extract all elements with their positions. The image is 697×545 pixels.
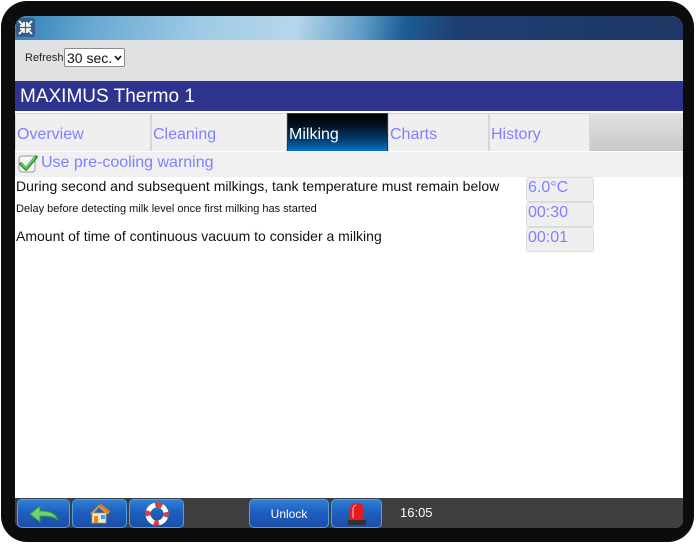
bottom-toolbar: Unlock 16:05 xyxy=(15,498,683,528)
collapse-button[interactable] xyxy=(16,18,35,37)
tab-label: Overview xyxy=(17,126,84,143)
tab-cleaning[interactable]: Cleaning xyxy=(151,113,287,151)
refresh-bar: Refresh 30 sec. xyxy=(15,40,683,81)
back-button[interactable] xyxy=(17,499,70,528)
tab-label: Charts xyxy=(390,126,438,143)
screen: Refresh 30 sec. MAXIMUS Thermo 1 Overvie… xyxy=(15,16,683,528)
tab-charts[interactable]: Charts xyxy=(388,113,489,151)
unlock-label: Unlock xyxy=(270,506,308,521)
tab-milking[interactable]: Milking xyxy=(287,113,388,151)
setting-row: Amount of time of continuous vacuum to c… xyxy=(15,227,683,253)
home-icon xyxy=(89,503,110,523)
back-arrow-icon xyxy=(28,504,59,523)
top-banner xyxy=(15,16,683,40)
tab-bar-filler xyxy=(590,113,683,151)
collapse-arrows-icon xyxy=(18,20,33,35)
chevron-down-icon xyxy=(114,54,122,61)
setting-value: 6.0°C xyxy=(528,179,569,196)
tab-label: Cleaning xyxy=(153,126,217,143)
lifebuoy-icon xyxy=(145,502,168,525)
refresh-interval-select[interactable]: 30 sec. xyxy=(64,48,125,67)
setting-label: Amount of time of continuous vacuum to c… xyxy=(16,228,382,244)
setting-row: Delay before detecting milk level once f… xyxy=(15,202,683,227)
unlock-button[interactable]: Unlock xyxy=(249,499,329,528)
setting-label: Delay before detecting milk level once f… xyxy=(16,203,317,215)
setting-value: 00:01 xyxy=(528,229,569,246)
setting-value-input[interactable]: 00:30 xyxy=(526,202,594,227)
alarm-button[interactable] xyxy=(331,499,382,528)
setting-label: During second and subsequent milkings, t… xyxy=(16,178,500,194)
alarm-beacon-icon xyxy=(347,502,366,525)
clock: 16:05 xyxy=(400,505,433,520)
title-bar: MAXIMUS Thermo 1 xyxy=(15,81,683,111)
refresh-interval-value: 30 sec. xyxy=(67,49,113,66)
refresh-label: Refresh xyxy=(25,52,64,64)
help-button[interactable] xyxy=(129,499,184,528)
checkmark-icon[interactable] xyxy=(18,154,38,174)
setting-row: During second and subsequent milkings, t… xyxy=(15,177,683,202)
page-title: MAXIMUS Thermo 1 xyxy=(20,86,195,107)
setting-value-input[interactable]: 6.0°C xyxy=(526,177,594,202)
home-button[interactable] xyxy=(72,499,127,528)
setting-value: 00:30 xyxy=(528,204,569,221)
pre-cooling-warning-label: Use pre-cooling warning xyxy=(41,154,214,171)
setting-value-input[interactable]: 00:01 xyxy=(526,227,594,252)
tab-bar: Overview Cleaning Milking Charts History xyxy=(15,111,683,152)
tab-label: History xyxy=(491,126,541,143)
pre-cooling-warning-option[interactable]: Use pre-cooling warning xyxy=(15,152,683,177)
tab-history[interactable]: History xyxy=(489,113,590,151)
tab-overview[interactable]: Overview xyxy=(15,113,151,151)
tab-label: Milking xyxy=(289,126,339,143)
